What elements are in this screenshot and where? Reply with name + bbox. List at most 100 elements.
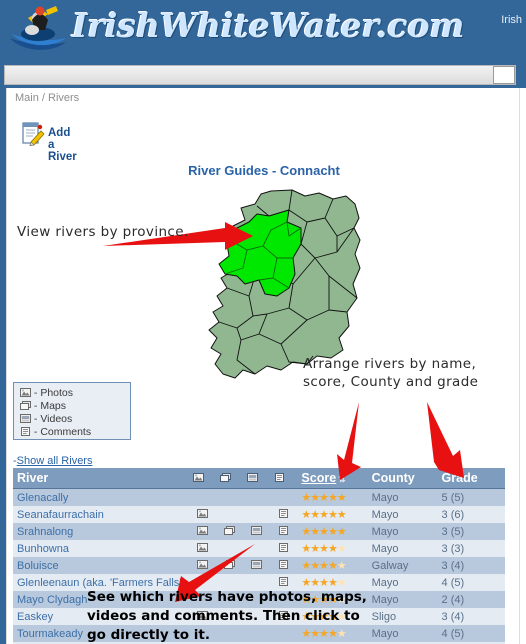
- videos-icon: [247, 473, 259, 482]
- comments-icon: [279, 543, 289, 552]
- photos-icon: [20, 388, 31, 397]
- cell-score: ★★★★★: [297, 506, 368, 523]
- annotation-arrange-rivers: Arrange rivers by name, score, County an…: [303, 355, 478, 391]
- nav-toolbar[interactable]: [4, 65, 516, 85]
- river-name-link[interactable]: Srahnalong: [13, 523, 190, 540]
- table-row[interactable]: Bunhowna ★★★★★ Mayo 3 (3): [13, 540, 505, 557]
- comments-icon: [279, 509, 289, 518]
- cell-county: Mayo: [367, 523, 438, 540]
- cell-comments[interactable]: [270, 557, 298, 574]
- cell-photos[interactable]: [189, 506, 217, 523]
- cell-score: ★★★★★: [297, 540, 368, 557]
- cell-maps[interactable]: [216, 523, 244, 540]
- cell-videos: [243, 488, 271, 506]
- kayaker-icon: [10, 6, 66, 50]
- river-name-link[interactable]: Glenacally: [13, 488, 190, 506]
- nav-strip: [0, 62, 526, 88]
- add-river-label: Add a River: [48, 127, 77, 163]
- main-content: Add a River River Guides - Connacht - Ph…: [6, 110, 520, 644]
- photos-icon: [197, 543, 209, 552]
- legend-item-comments: - Comments: [20, 426, 124, 439]
- maps-icon: [20, 401, 31, 410]
- cell-county: Mayo: [367, 625, 438, 642]
- column-header-maps[interactable]: [216, 468, 244, 489]
- annotation-view-by-province: View rivers by province.: [17, 224, 189, 240]
- cell-maps: [216, 506, 244, 523]
- score-stars: ★★★★★: [301, 560, 346, 572]
- videos-icon: [251, 560, 263, 569]
- maps-icon: [224, 526, 236, 535]
- sort-indicator-icon: ⇅: [338, 474, 346, 484]
- cell-comments[interactable]: [270, 523, 298, 540]
- column-header-river[interactable]: River: [13, 468, 190, 489]
- table-row[interactable]: Srahnalong ★★★★★ Mayo 3 (5): [13, 523, 505, 540]
- corner-label: Irish: [501, 14, 522, 26]
- table-header-row: River Score ⇅ County Grade: [13, 468, 505, 489]
- legend-item-videos: - Videos: [20, 413, 124, 426]
- cell-comments[interactable]: [270, 506, 298, 523]
- column-header-videos[interactable]: [243, 468, 271, 489]
- cell-grade: 3 (6): [437, 506, 505, 523]
- cell-county: Mayo: [367, 540, 438, 557]
- cell-county: Galway: [367, 557, 438, 574]
- cell-grade: 4 (5): [437, 574, 505, 591]
- cell-county: Sligo: [367, 608, 438, 625]
- cell-county: Mayo: [367, 506, 438, 523]
- videos-icon: [20, 414, 31, 423]
- photos-icon: [193, 473, 205, 482]
- nav-toolbar-button[interactable]: [493, 66, 515, 84]
- column-header-grade[interactable]: Grade: [437, 468, 505, 489]
- icon-legend-box: - Photos - Maps - Videos - Comments: [13, 382, 131, 440]
- maps-icon: [220, 473, 232, 482]
- show-all-label: Show all Rivers: [16, 455, 93, 467]
- river-name-link[interactable]: Boluisce: [13, 557, 190, 574]
- videos-icon: [251, 526, 263, 535]
- annotation-icon-meaning: See which rivers have photos, maps, vide…: [87, 588, 367, 644]
- cell-grade: 5 (5): [437, 488, 505, 506]
- cell-photos[interactable]: [189, 540, 217, 557]
- cell-score: ★★★★★: [297, 488, 368, 506]
- cell-videos[interactable]: [243, 523, 271, 540]
- annotation-icon-line1: See which rivers have photos, maps,: [87, 589, 367, 605]
- cell-maps[interactable]: [216, 557, 244, 574]
- breadcrumb-bar: Main / Rivers: [6, 88, 520, 110]
- cell-grade: 4 (5): [437, 625, 505, 642]
- annotation-arrange-line1: Arrange rivers by name,: [303, 356, 477, 372]
- site-banner: IrishWhiteWater.com Irish: [0, 0, 526, 62]
- column-header-score[interactable]: Score ⇅: [297, 468, 368, 489]
- column-header-county[interactable]: County: [367, 468, 438, 489]
- cell-comments[interactable]: [270, 540, 298, 557]
- site-title: IrishWhiteWater.com: [72, 6, 465, 45]
- legend-label-photos: - Photos: [33, 387, 74, 399]
- score-stars: ★★★★★: [301, 492, 346, 504]
- cell-photos[interactable]: [189, 557, 217, 574]
- cell-comments: [270, 488, 298, 506]
- cell-county: Mayo: [367, 488, 438, 506]
- breadcrumb[interactable]: Main / Rivers: [15, 92, 79, 104]
- comments-icon: [279, 526, 289, 535]
- score-stars: ★★★★★: [301, 526, 346, 538]
- photos-icon: [197, 560, 209, 569]
- cell-grade: 3 (5): [437, 523, 505, 540]
- table-row[interactable]: Seanafaurrachain ★★★★★ Mayo 3 (6): [13, 506, 505, 523]
- document-edit-icon: [22, 122, 45, 146]
- cell-photos[interactable]: [189, 523, 217, 540]
- cell-videos[interactable]: [243, 557, 271, 574]
- table-row[interactable]: Glenacally ★★★★★ Mayo 5 (5): [13, 488, 505, 506]
- show-all-rivers-link[interactable]: -Show all Rivers: [13, 455, 92, 467]
- cell-score: ★★★★★: [297, 557, 368, 574]
- maps-icon: [224, 560, 236, 569]
- cell-maps: [216, 488, 244, 506]
- river-name-link[interactable]: Seanafaurrachain: [13, 506, 190, 523]
- legend-item-maps: - Maps: [20, 400, 124, 413]
- column-header-comments[interactable]: [270, 468, 298, 489]
- cell-grade: 3 (4): [437, 608, 505, 625]
- legend-label-comments: - Comments: [33, 426, 92, 438]
- column-header-photos[interactable]: [189, 468, 217, 489]
- cell-grade: 2 (4): [437, 591, 505, 608]
- cell-grade: 3 (3): [437, 540, 505, 557]
- river-name-link[interactable]: Bunhowna: [13, 540, 190, 557]
- table-row[interactable]: Boluisce ★★★★★ Galway 3 (4): [13, 557, 505, 574]
- legend-item-photos: - Photos: [20, 387, 124, 400]
- legend-label-videos: - Videos: [33, 413, 73, 425]
